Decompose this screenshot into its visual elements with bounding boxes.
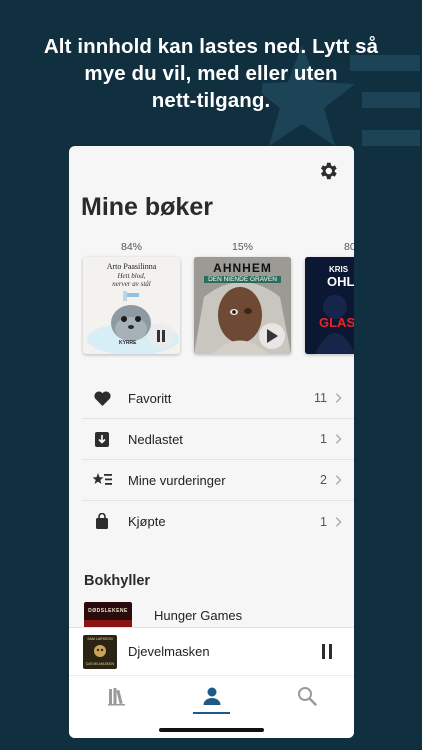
cover-author: AHNHEM xyxy=(213,261,272,275)
menu-item-label: Kjøpte xyxy=(128,514,166,529)
pause-icon xyxy=(322,644,332,659)
play-button[interactable] xyxy=(259,323,285,349)
menu-item-label: Favoritt xyxy=(128,390,172,406)
pause-button[interactable] xyxy=(148,323,174,349)
menu-item-label: Nedlastet xyxy=(128,431,183,447)
mini-player[interactable]: SAM LARSSON DJEVELMASKEN Djevelmasken xyxy=(69,627,354,675)
book-cover[interactable]: KRIS OHLS GLASS xyxy=(305,257,354,354)
promo-headline: Alt innhold kan lastes ned. Lytt så mye … xyxy=(43,35,379,112)
gear-icon[interactable] xyxy=(317,160,339,182)
download-icon xyxy=(92,429,112,449)
shelf-label: Hunger Games xyxy=(154,608,243,623)
page-title: Mine bøker xyxy=(81,193,213,221)
current-books-carousel[interactable]: 84% Arto Paasilinna Hett blod, nerver av… xyxy=(69,241,354,361)
heart-icon xyxy=(92,388,112,408)
cover-title: GLASS xyxy=(319,315,354,330)
mask-illustration xyxy=(94,644,106,657)
person-icon xyxy=(203,687,220,705)
cover-author: Arto Paasilinna xyxy=(106,262,157,271)
book-progress: 15% xyxy=(231,241,253,253)
cover-series: KYRRE xyxy=(119,340,137,346)
player-pause-button[interactable] xyxy=(314,639,340,665)
cover-author: KRIS xyxy=(329,265,349,274)
menu-item-mine-vurderinger[interactable]: Mine vurderinger 2 xyxy=(82,460,354,501)
player-title: Djevelmasken xyxy=(128,644,210,659)
cover-author-surname: OHLS xyxy=(327,274,354,289)
menu-item-nedlastet[interactable]: Nedlastet 1 xyxy=(82,419,354,460)
book-progress: 84% xyxy=(120,241,142,253)
library-menu: Favoritt 11 Nedlastet 1 Mine vurderinger… xyxy=(82,378,354,542)
home-indicator xyxy=(159,728,264,732)
books-icon xyxy=(107,688,125,706)
book-cover[interactable]: Arto Paasilinna Hett blod, nerver av stå… xyxy=(83,257,180,354)
book-cover[interactable]: AHNHEM DEN NIENDE GRAVEN xyxy=(194,257,291,354)
book-card[interactable]: 84% Arto Paasilinna Hett blod, nerver av… xyxy=(83,241,180,354)
chevron-right-icon xyxy=(335,393,342,403)
pause-icon xyxy=(157,330,165,342)
player-cover: SAM LARSSON DJEVELMASKEN xyxy=(83,634,117,669)
menu-item-count: 1 xyxy=(320,432,327,446)
menu-item-count: 11 xyxy=(314,391,327,405)
menu-item-favoritt[interactable]: Favoritt 11 xyxy=(82,378,354,419)
menu-item-count: 2 xyxy=(320,473,327,487)
tab-bar xyxy=(69,675,354,738)
cover-title-line1: Hett blod, xyxy=(117,272,146,280)
book-card[interactable]: 80 KRIS OHLS GLASS xyxy=(305,241,354,354)
player-cover-title: DJEVELMASKEN xyxy=(85,661,114,666)
book-progress: 80 xyxy=(344,241,354,253)
bookshelves-heading: Bokhyller xyxy=(84,573,151,589)
chevron-right-icon xyxy=(335,434,342,444)
tab-search[interactable] xyxy=(259,676,354,738)
cover-title-line2: nerver av stål xyxy=(112,280,151,288)
menu-item-count: 1 xyxy=(320,514,327,529)
chevron-right-icon xyxy=(335,475,342,485)
shelf-thumbnail: DØDSLEKENE xyxy=(84,602,132,628)
tab-library[interactable] xyxy=(69,676,164,738)
menu-item-kjopte[interactable]: Kjøpte 1 xyxy=(82,501,354,542)
app-screen: Mine bøker 84% Arto Paasilinna Hett blod… xyxy=(69,146,354,738)
book-card[interactable]: 15% AHNHEM DEN NIENDE GRAVEN xyxy=(194,241,291,354)
player-cover-author: SAM LARSSON xyxy=(87,636,113,641)
cover-title: DEN NIENDE GRAVEN xyxy=(204,276,281,283)
play-icon xyxy=(267,329,278,343)
chevron-right-icon xyxy=(335,516,342,527)
menu-item-label: Mine vurderinger xyxy=(128,472,226,488)
shelf-thumb-text: DØDSLEKENE xyxy=(88,608,128,614)
star-list-icon xyxy=(92,470,112,490)
shopping-bag-icon xyxy=(92,512,112,532)
shelf-item-hunger-games[interactable]: DØDSLEKENE Hunger Games xyxy=(84,602,354,628)
search-icon xyxy=(297,687,317,706)
